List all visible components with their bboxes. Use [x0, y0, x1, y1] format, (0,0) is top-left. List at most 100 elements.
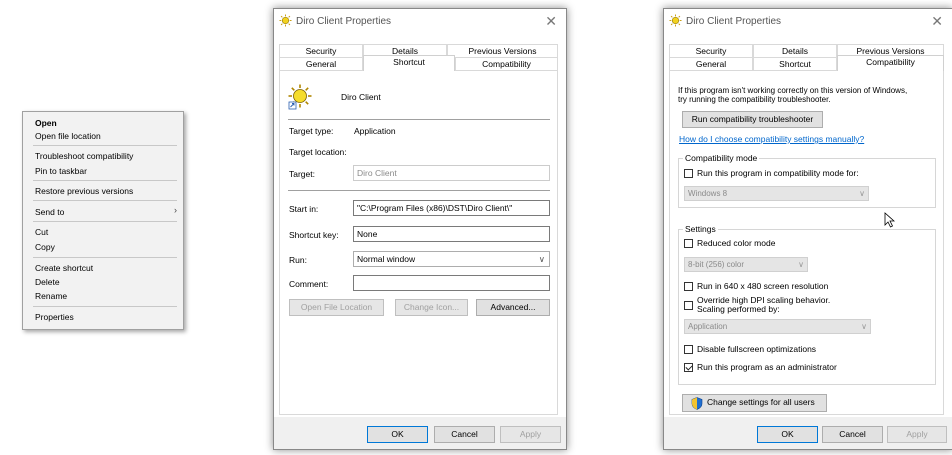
cancel-button[interactable]: Cancel: [822, 426, 883, 443]
window-title: Diro Client Properties: [686, 16, 782, 27]
intro-text-line2: try running the compatibility troublesho…: [678, 95, 831, 104]
start-in-label: Start in:: [289, 204, 319, 214]
menu-item-copy[interactable]: Copy: [35, 242, 55, 252]
menu-item-open-file-location[interactable]: Open file location: [35, 131, 101, 141]
run-as-admin-label: Run this program as an administrator: [697, 362, 837, 372]
uac-shield-icon: [691, 397, 703, 410]
divider: [288, 190, 550, 191]
compat-mode-label: Run this program in compatibility mode f…: [697, 168, 859, 178]
menu-item-delete[interactable]: Delete: [35, 277, 60, 287]
settings-group-title: Settings: [683, 224, 718, 234]
tab-shortcut[interactable]: Shortcut: [753, 57, 837, 70]
dpi-scaling-select[interactable]: Application ∨: [684, 319, 871, 334]
tab-compatibility[interactable]: Compatibility: [455, 57, 558, 70]
properties-dialog-shortcut: Diro Client Properties ✕ Security Detail…: [273, 8, 567, 450]
advanced-button[interactable]: Advanced...: [476, 299, 550, 316]
chevron-down-icon: ∨: [861, 322, 867, 331]
change-icon-button[interactable]: Change Icon...: [395, 299, 468, 316]
menu-item-cut[interactable]: Cut: [35, 227, 48, 237]
run-select-value: Normal window: [357, 254, 416, 264]
tab-security[interactable]: Security: [279, 44, 363, 57]
tab-general[interactable]: General: [279, 57, 363, 70]
compat-mode-checkbox[interactable]: [684, 169, 693, 178]
window-title: Diro Client Properties: [296, 16, 392, 27]
shortcut-key-field[interactable]: None: [353, 226, 550, 242]
color-depth-select[interactable]: 8-bit (256) color ∨: [684, 257, 808, 272]
target-label: Target:: [289, 169, 315, 179]
chevron-down-icon: ∨: [538, 254, 545, 264]
change-settings-all-users-button[interactable]: Change settings for all users: [682, 394, 827, 412]
dpi-scaling-select-value: Application: [688, 322, 728, 331]
intro-text-line1: If this program isn't working correctly …: [678, 86, 908, 95]
menu-separator: [33, 306, 177, 307]
app-sun-icon: [279, 14, 292, 27]
title-bar[interactable]: Diro Client Properties ✕: [274, 9, 566, 35]
menu-separator: [33, 180, 177, 181]
comment-field[interactable]: [353, 275, 550, 291]
run-select[interactable]: Normal window ∨: [353, 251, 550, 267]
apply-button[interactable]: Apply: [500, 426, 561, 443]
menu-item-open[interactable]: Open: [35, 118, 57, 128]
run-as-admin-checkbox[interactable]: [684, 363, 693, 372]
menu-item-rename[interactable]: Rename: [35, 291, 67, 301]
comment-label: Comment:: [289, 279, 329, 289]
tab-compatibility[interactable]: Compatibility: [837, 55, 944, 71]
ok-button[interactable]: OK: [367, 426, 428, 443]
chevron-down-icon: ∨: [798, 260, 804, 269]
close-button[interactable]: ✕: [931, 13, 943, 30]
menu-item-properties[interactable]: Properties: [35, 312, 74, 322]
reduced-color-label: Reduced color mode: [697, 238, 776, 248]
cancel-button[interactable]: Cancel: [434, 426, 495, 443]
dialog-footer: OK Cancel Apply: [664, 417, 952, 449]
menu-separator: [33, 200, 177, 201]
open-file-location-button[interactable]: Open File Location: [289, 299, 384, 316]
change-settings-label: Change settings for all users: [707, 397, 815, 407]
app-name: Diro Client: [341, 92, 381, 102]
target-type-value: Application: [354, 126, 396, 136]
compat-mode-group-title: Compatibility mode: [683, 153, 760, 163]
run-label: Run:: [289, 255, 307, 265]
color-depth-select-value: 8-bit (256) color: [688, 260, 745, 269]
disable-fullscreen-checkbox[interactable]: [684, 345, 693, 354]
tab-previous-versions[interactable]: Previous Versions: [447, 44, 558, 57]
tab-security[interactable]: Security: [669, 44, 753, 57]
chevron-down-icon: ∨: [859, 189, 865, 198]
apply-button[interactable]: Apply: [887, 426, 947, 443]
app-sun-icon: [288, 84, 312, 110]
res-640-label: Run in 640 x 480 screen resolution: [697, 281, 829, 291]
dialog-footer: OK Cancel Apply: [274, 417, 566, 449]
compat-mode-select[interactable]: Windows 8 ∨: [684, 186, 869, 201]
menu-item-send-to[interactable]: Send to: [35, 207, 64, 217]
menu-item-create-shortcut[interactable]: Create shortcut: [35, 263, 93, 273]
menu-separator: [33, 257, 177, 258]
target-location-label: Target location:: [289, 147, 347, 157]
mouse-cursor-icon: [884, 212, 895, 228]
tab-general[interactable]: General: [669, 57, 753, 70]
ok-button[interactable]: OK: [757, 426, 818, 443]
tab-shortcut[interactable]: Shortcut: [363, 55, 455, 71]
target-field[interactable]: Diro Client: [353, 165, 550, 181]
tab-panel: [279, 70, 558, 415]
run-troubleshooter-button[interactable]: Run compatibility troubleshooter: [682, 111, 823, 128]
compat-mode-select-value: Windows 8: [688, 189, 728, 198]
menu-separator: [33, 221, 177, 222]
app-sun-icon: [669, 14, 682, 27]
shortcut-key-label: Shortcut key:: [289, 230, 339, 240]
menu-item-restore-versions[interactable]: Restore previous versions: [35, 186, 133, 196]
chevron-right-icon: ›: [174, 205, 177, 215]
menu-separator: [33, 145, 177, 146]
target-type-label: Target type:: [289, 126, 334, 136]
res-640-checkbox[interactable]: [684, 282, 693, 291]
menu-item-pin-taskbar[interactable]: Pin to taskbar: [35, 166, 87, 176]
reduced-color-checkbox[interactable]: [684, 239, 693, 248]
menu-item-troubleshoot[interactable]: Troubleshoot compatibility: [35, 151, 133, 161]
start-in-field[interactable]: "C:\Program Files (x86)\DST\Diro Client\…: [353, 200, 550, 216]
disable-fullscreen-label: Disable fullscreen optimizations: [697, 344, 817, 354]
dpi-override-label-line2: Scaling performed by:: [697, 304, 780, 314]
tab-details[interactable]: Details: [753, 44, 837, 57]
context-menu: Open Open file location Troubleshoot com…: [22, 111, 184, 330]
title-bar[interactable]: Diro Client Properties ✕: [664, 9, 952, 35]
close-button[interactable]: ✕: [545, 13, 557, 30]
dpi-override-checkbox[interactable]: [684, 301, 693, 310]
how-to-choose-link[interactable]: How do I choose compatibility settings m…: [679, 134, 864, 144]
